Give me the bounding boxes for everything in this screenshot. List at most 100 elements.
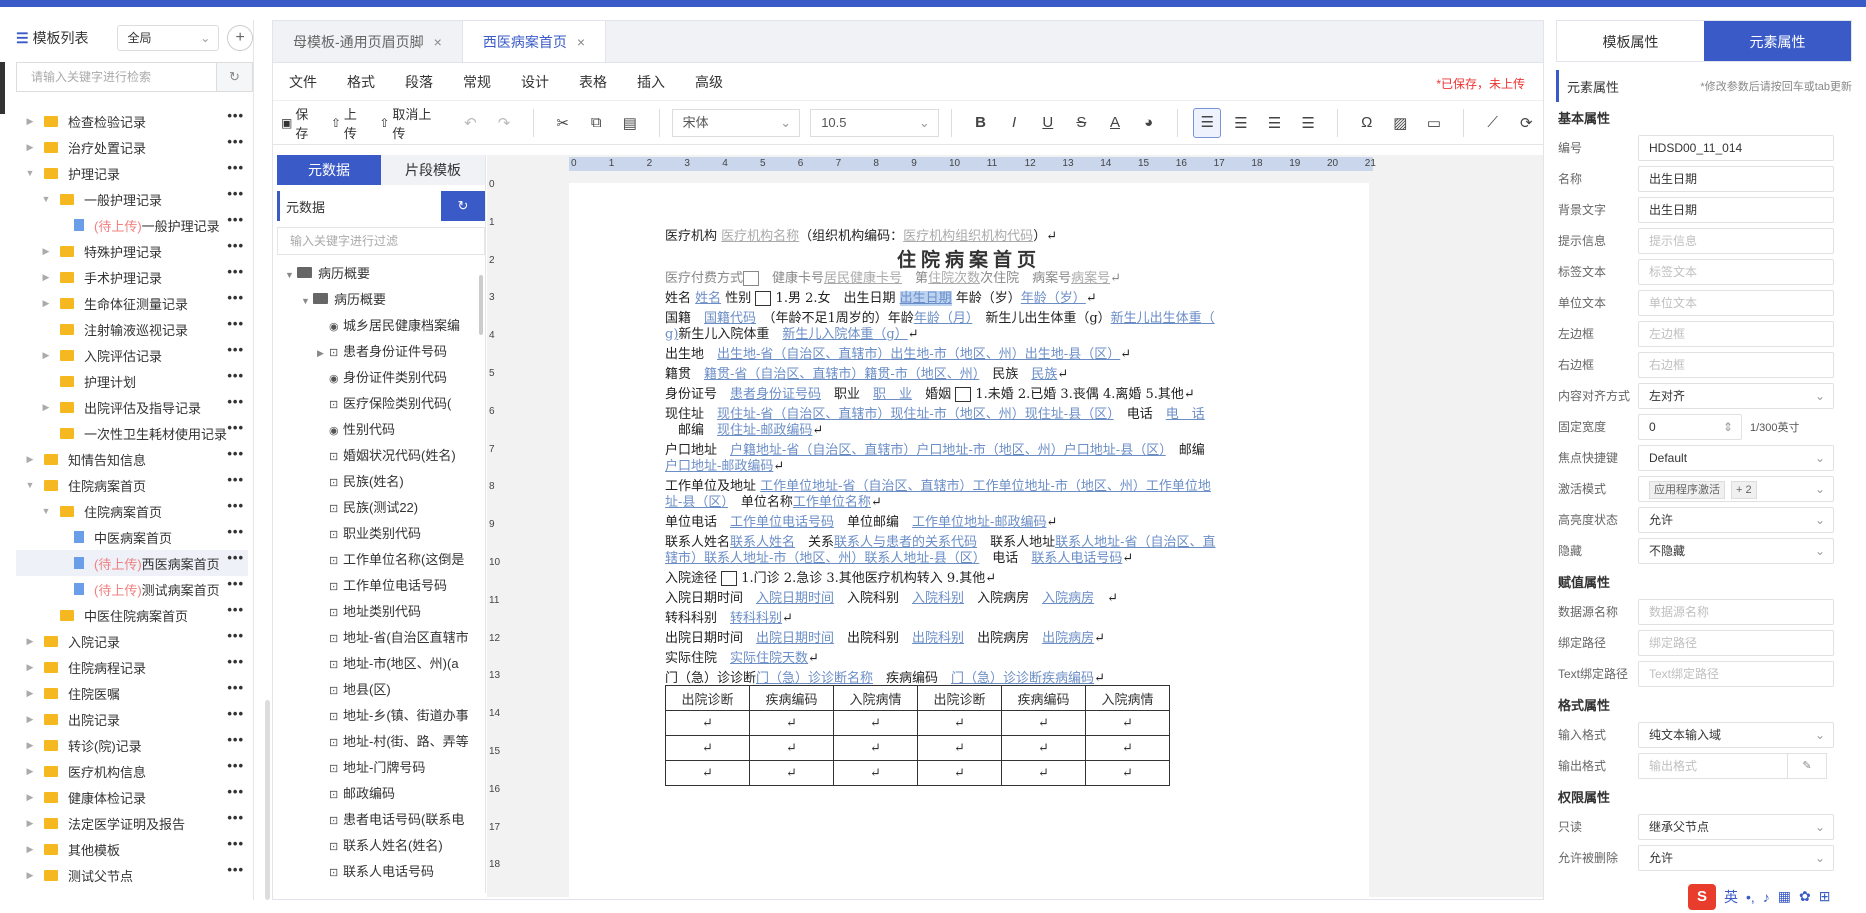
font-color-icon[interactable]: A	[1101, 114, 1129, 131]
property-input[interactable]: 出生日期	[1638, 165, 1834, 192]
properties-tab[interactable]: 模板属性	[1557, 21, 1704, 61]
close-icon[interactable]: ×	[434, 34, 442, 50]
clear-format-icon[interactable]: ⟋	[1479, 114, 1507, 131]
expand-arrow-icon[interactable]: ▶	[24, 766, 36, 777]
more-options-icon[interactable]: •••	[227, 732, 244, 747]
upload-button[interactable]: ⇧ 上传	[331, 104, 370, 142]
font-family-select[interactable]: 宋体 ⌄	[671, 108, 801, 137]
more-options-icon[interactable]: •••	[227, 368, 244, 383]
metadata-item[interactable]: ⊡ 地县(区)	[277, 677, 485, 703]
tree-item[interactable]: ▼ 一般护理记录 •••	[16, 186, 248, 212]
scrollbar[interactable]	[479, 275, 483, 335]
metadata-item[interactable]: ◉ 性别代码	[277, 417, 485, 443]
metadata-item[interactable]: ⊡ 工作单位名称(这倒是	[277, 547, 485, 573]
tree-item[interactable]: ▶ 转诊(院)记录 •••	[16, 732, 248, 758]
expand-arrow-icon[interactable]: ▶	[24, 792, 36, 803]
tree-item[interactable]: ▶ 住院病程记录 •••	[16, 654, 248, 680]
special-char-icon[interactable]: Ω	[1353, 114, 1381, 131]
italic-icon[interactable]: I	[1000, 114, 1028, 131]
metadata-item[interactable]: ⊡ 地址-村(街、路、弄等	[277, 729, 485, 755]
insert-image-icon[interactable]: ▨	[1387, 114, 1415, 132]
property-input[interactable]: Default ⌄	[1638, 444, 1834, 471]
expand-arrow-icon[interactable]: ▼	[24, 480, 36, 490]
tree-item[interactable]: ▼ 住院病案首页 •••	[16, 498, 248, 524]
metadata-tab[interactable]: 元数据	[277, 155, 381, 185]
copy-icon[interactable]: ⧉	[582, 114, 610, 131]
property-input[interactable]: HDSD00_11_014	[1638, 134, 1834, 161]
menu-item[interactable]: 高级	[695, 72, 723, 92]
metadata-item[interactable]: ⊡ 地址类别代码	[277, 599, 485, 625]
tree-item[interactable]: ▶ 特殊护理记录 •••	[16, 238, 248, 264]
more-options-icon[interactable]: •••	[227, 342, 244, 357]
tree-item[interactable]: ▼ 住院病案首页 •••	[16, 472, 248, 498]
more-options-icon[interactable]: •••	[227, 550, 244, 565]
metadata-item[interactable]: ⊡ 邮政编码	[277, 781, 485, 807]
more-options-icon[interactable]: •••	[227, 394, 244, 409]
more-options-icon[interactable]: •••	[227, 472, 244, 487]
tree-item[interactable]: 中医住院病案首页 •••	[16, 602, 248, 628]
palette-icon[interactable]: ◕	[1135, 114, 1163, 131]
property-input[interactable]: Text绑定路径	[1638, 660, 1834, 687]
metadata-item[interactable]: ⊡ 地址-省(自治区直辖市	[277, 625, 485, 651]
template-search-input[interactable]: 请输入关键字进行检索	[16, 62, 217, 92]
tree-item[interactable]: 注射输液巡视记录 •••	[16, 316, 248, 342]
menu-item[interactable]: 格式	[347, 72, 375, 92]
metadata-item[interactable]: ⊡ 婚姻状况代码(姓名)	[277, 443, 485, 469]
more-options-icon[interactable]: •••	[227, 212, 244, 227]
scope-select[interactable]: 全局 ⌄	[116, 25, 220, 51]
more-options-icon[interactable]: •••	[227, 654, 244, 669]
ime-language[interactable]: 英	[1724, 887, 1738, 907]
metadata-item[interactable]: ⊡ 民族(姓名)	[277, 469, 485, 495]
expand-arrow-icon[interactable]: ▶	[40, 298, 52, 309]
property-input[interactable]: 不隐藏 ⌄	[1638, 537, 1834, 564]
metadata-item[interactable]: ▼ 病历概要	[277, 287, 485, 313]
property-input[interactable]: 纯文本输入域 ⌄	[1638, 721, 1834, 748]
menu-item[interactable]: 设计	[521, 72, 549, 92]
expand-arrow-icon[interactable]: ▶	[24, 662, 36, 673]
metadata-item[interactable]: ▼ 病历概要	[277, 261, 485, 287]
spinner-icon[interactable]: ⇕	[1723, 415, 1733, 439]
tree-item[interactable]: ▶ 手术护理记录 •••	[16, 264, 248, 290]
metadata-item[interactable]: ⊡ 医疗保险类别代码(	[277, 391, 485, 417]
more-options-icon[interactable]: •••	[227, 758, 244, 773]
expand-arrow-icon[interactable]: ▼	[40, 194, 52, 204]
expand-arrow-icon[interactable]: ▼	[24, 168, 36, 178]
align-left-icon[interactable]: ☰	[1193, 107, 1222, 138]
page-setup-icon[interactable]: ▭	[1420, 114, 1448, 132]
expand-arrow-icon[interactable]: ▶	[40, 272, 52, 283]
font-size-select[interactable]: 10.5 ⌄	[810, 108, 939, 137]
metadata-filter-input[interactable]: 输入关键字进行过滤	[277, 227, 485, 255]
tree-item[interactable]: ▶ 住院医嘱 •••	[16, 680, 248, 706]
property-input[interactable]: 出生日期	[1638, 196, 1834, 223]
metadata-item[interactable]: ⊡ 职业类别代码	[277, 521, 485, 547]
metadata-item[interactable]: ⊡ 地址-乡(镇、街道办事	[277, 703, 485, 729]
tree-item[interactable]: ▶ 入院评估记录 •••	[16, 342, 248, 368]
more-options-icon[interactable]: •••	[227, 316, 244, 331]
expand-arrow-icon[interactable]: ▶	[40, 350, 52, 361]
add-template-button[interactable]: +	[227, 25, 253, 51]
save-button[interactable]: ▣ 保存	[281, 104, 321, 142]
tree-item[interactable]: ▶ 医疗机构信息 •••	[16, 758, 248, 784]
more-options-icon[interactable]: •••	[227, 862, 244, 877]
tree-item[interactable]: ▶ 检查检验记录 •••	[16, 108, 248, 134]
more-options-icon[interactable]: •••	[227, 420, 244, 435]
more-options-icon[interactable]: •••	[227, 810, 244, 825]
tree-item[interactable]: ▼ 护理记录 •••	[16, 160, 248, 186]
tree-item[interactable]: ▶ 生命体征测量记录 •••	[16, 290, 248, 316]
undo-icon[interactable]: ↶	[457, 114, 485, 132]
metadata-item[interactable]: ⊡ 患者电话号码(联系电	[277, 807, 485, 833]
underline-icon[interactable]: U	[1034, 114, 1062, 131]
metadata-tab[interactable]: 片段模板	[381, 155, 485, 185]
edit-icon[interactable]: ✎	[1787, 752, 1827, 779]
skin-icon[interactable]: ✿	[1799, 888, 1811, 905]
tree-item[interactable]: ▶ 出院记录 •••	[16, 706, 248, 732]
metadata-item[interactable]: ⊡ 联系人电话号码	[277, 859, 485, 885]
expand-arrow-icon[interactable]: ▶	[24, 688, 36, 699]
menu-item[interactable]: 文件	[289, 72, 317, 92]
tree-item[interactable]: ▶ 测试父节点 •••	[16, 862, 248, 888]
justify-icon[interactable]: ☰	[1294, 114, 1322, 132]
keyboard-icon[interactable]: ▦	[1778, 888, 1791, 905]
more-options-icon[interactable]: •••	[227, 186, 244, 201]
bold-icon[interactable]: B	[967, 114, 995, 131]
refresh-icon[interactable]: ↻	[217, 62, 253, 92]
